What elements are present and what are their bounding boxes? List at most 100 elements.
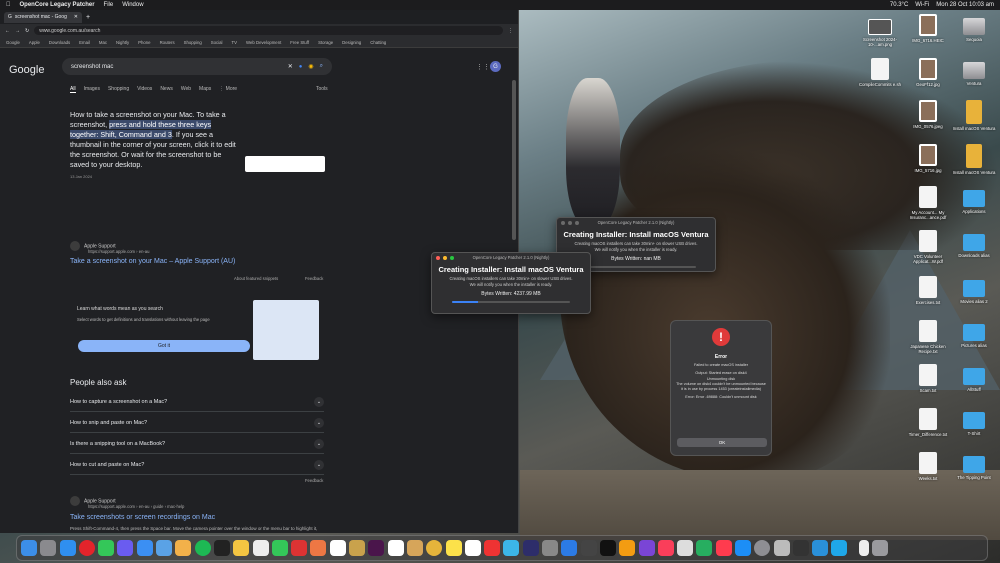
bookmark-item[interactable]: Nightly: [116, 40, 129, 45]
keynote-icon[interactable]: [561, 540, 578, 556]
messenger-icon[interactable]: [117, 540, 134, 556]
desktop-file-icon[interactable]: VDC Volunteer Applicat...W.pdf: [904, 230, 952, 264]
desktop-file-icon[interactable]: GeoFf12.jpg: [904, 58, 952, 87]
bookmark-item[interactable]: Downloads: [49, 40, 70, 45]
trash-icon[interactable]: [872, 540, 889, 556]
avatar[interactable]: G: [490, 61, 501, 72]
feedback-link[interactable]: Feedback: [305, 276, 323, 281]
app-icon[interactable]: [677, 540, 694, 556]
app-icon[interactable]: [812, 540, 829, 556]
desktop-folder-icon[interactable]: Applications: [950, 186, 998, 214]
safari-icon[interactable]: [59, 540, 76, 556]
vlc-icon[interactable]: [619, 540, 636, 556]
search-input[interactable]: screenshot mac ✕ ● ◉ ⌕: [62, 58, 332, 75]
finder-icon[interactable]: [21, 540, 37, 556]
desktop-file-icon[interactable]: My Account... My Insuranc...ance.pdf: [904, 186, 952, 220]
zoom-icon[interactable]: [450, 255, 454, 260]
question-row[interactable]: How to capture a screenshot on a Mac? ⌄: [70, 392, 324, 412]
menu-window[interactable]: Window: [122, 2, 143, 8]
desktop-folder-icon[interactable]: Movies alias 2: [950, 276, 998, 304]
tab-shopping[interactable]: Shopping: [108, 86, 129, 93]
forward-icon[interactable]: →: [15, 28, 20, 34]
app-icon[interactable]: [503, 540, 520, 556]
close-tab-icon[interactable]: ✕: [74, 14, 78, 20]
desktop-folder-icon[interactable]: T-Shirt: [950, 408, 998, 436]
app-icon[interactable]: [773, 540, 790, 556]
wifi-status[interactable]: Wi-Fi: [915, 2, 929, 8]
game-icon[interactable]: [252, 540, 269, 556]
desktop-folder-icon[interactable]: The Tipping Point: [950, 452, 998, 480]
ok-button[interactable]: OK: [677, 438, 767, 447]
extensions-icon[interactable]: ⋮: [508, 28, 513, 34]
desktop-file-icon[interactable]: Timer_Difference.txt: [904, 408, 952, 437]
bookmark-item[interactable]: TV: [232, 40, 238, 45]
result-title-link[interactable]: Take a screenshot on your Mac – Apple Su…: [70, 258, 235, 265]
scrollbar[interactable]: [512, 80, 516, 240]
menu-app-name[interactable]: OpenCore Legacy Patcher: [20, 2, 95, 8]
desktop-file-icon[interactable]: Scam.txt: [904, 364, 952, 393]
desktop-disk-icon[interactable]: Ventura: [950, 58, 998, 86]
bookmark-item[interactable]: Email: [79, 40, 90, 45]
close-icon[interactable]: [436, 255, 440, 260]
terminal-icon[interactable]: [213, 540, 230, 556]
app-icon[interactable]: [580, 540, 597, 556]
desktop-app-icon[interactable]: Install macOS Ventura: [950, 144, 998, 175]
github-icon[interactable]: [387, 540, 404, 556]
bookmark-item[interactable]: Social: [211, 40, 223, 45]
bookmark-item[interactable]: Chatting: [370, 40, 386, 45]
bookmark-item[interactable]: Shopping: [184, 40, 202, 45]
spotify-icon[interactable]: [194, 540, 211, 556]
slack-icon[interactable]: [368, 540, 385, 556]
bookmark-item[interactable]: Web Development: [246, 40, 281, 45]
desktop-file-icon[interactable]: Exercises.txt: [904, 276, 952, 305]
google-logo[interactable]: Google: [9, 64, 44, 76]
app-icon[interactable]: [484, 540, 501, 556]
question-row[interactable]: How to snip and paste on Mac? ⌄: [70, 413, 324, 433]
contacts-icon[interactable]: [406, 540, 423, 556]
temperature-status[interactable]: 70.3°C: [890, 2, 908, 8]
url-field[interactable]: www.google.com.au/search: [34, 26, 503, 35]
tab-news[interactable]: News: [160, 86, 173, 93]
news-icon[interactable]: [715, 540, 732, 556]
bookmark-item[interactable]: Google: [6, 40, 20, 45]
app-icon[interactable]: [831, 540, 848, 556]
clear-icon[interactable]: ✕: [288, 63, 293, 70]
zoom-icon[interactable]: [575, 220, 579, 225]
new-tab-icon[interactable]: +: [86, 14, 90, 21]
apple-icon[interactable]: : [6, 2, 11, 8]
app-icon[interactable]: [696, 540, 713, 556]
facetime-icon[interactable]: [271, 540, 288, 556]
tab-more[interactable]: ⋮ More: [219, 86, 237, 93]
desktop-folder-icon[interactable]: Pictures alias: [950, 320, 998, 348]
mail-icon[interactable]: [136, 540, 153, 556]
lens-icon[interactable]: ◉: [308, 63, 313, 70]
minimize-icon[interactable]: [568, 220, 572, 225]
notes-icon[interactable]: [349, 540, 366, 556]
snippet-image[interactable]: [245, 156, 325, 172]
app-store-icon[interactable]: [734, 540, 751, 556]
tab-videos[interactable]: Videos: [137, 86, 152, 93]
mic-icon[interactable]: ●: [299, 64, 303, 70]
app-icon[interactable]: [542, 540, 559, 556]
got-it-button[interactable]: Got it: [78, 340, 250, 352]
desktop-file-icon[interactable]: Screenshot 2024-10-...am.png: [856, 14, 904, 47]
feedback-link[interactable]: Feedback: [305, 478, 323, 483]
downloads-stack-icon[interactable]: [858, 540, 869, 556]
bookmark-item[interactable]: Free Stuff: [290, 40, 309, 45]
messages-icon[interactable]: [98, 540, 115, 556]
app-icon[interactable]: [638, 540, 655, 556]
tab-all[interactable]: All: [70, 86, 76, 93]
bookmark-item[interactable]: Routers: [160, 40, 175, 45]
reminders-icon[interactable]: [464, 540, 481, 556]
app-icon[interactable]: [792, 540, 809, 556]
question-row[interactable]: How to cut and paste on Mac? ⌄: [70, 455, 324, 475]
tab-maps[interactable]: Maps: [199, 86, 211, 93]
clock[interactable]: Mon 28 Oct 10:03 am: [936, 2, 994, 8]
minimize-icon[interactable]: [443, 255, 447, 260]
desktop-app-icon[interactable]: Install macOS Ventura: [950, 100, 998, 131]
search-icon[interactable]: ⌕: [320, 63, 323, 70]
bookmark-item[interactable]: Mac: [99, 40, 107, 45]
reload-icon[interactable]: ↻: [25, 28, 29, 34]
bookmark-item[interactable]: Phone: [138, 40, 150, 45]
vpn-icon[interactable]: [156, 540, 173, 556]
